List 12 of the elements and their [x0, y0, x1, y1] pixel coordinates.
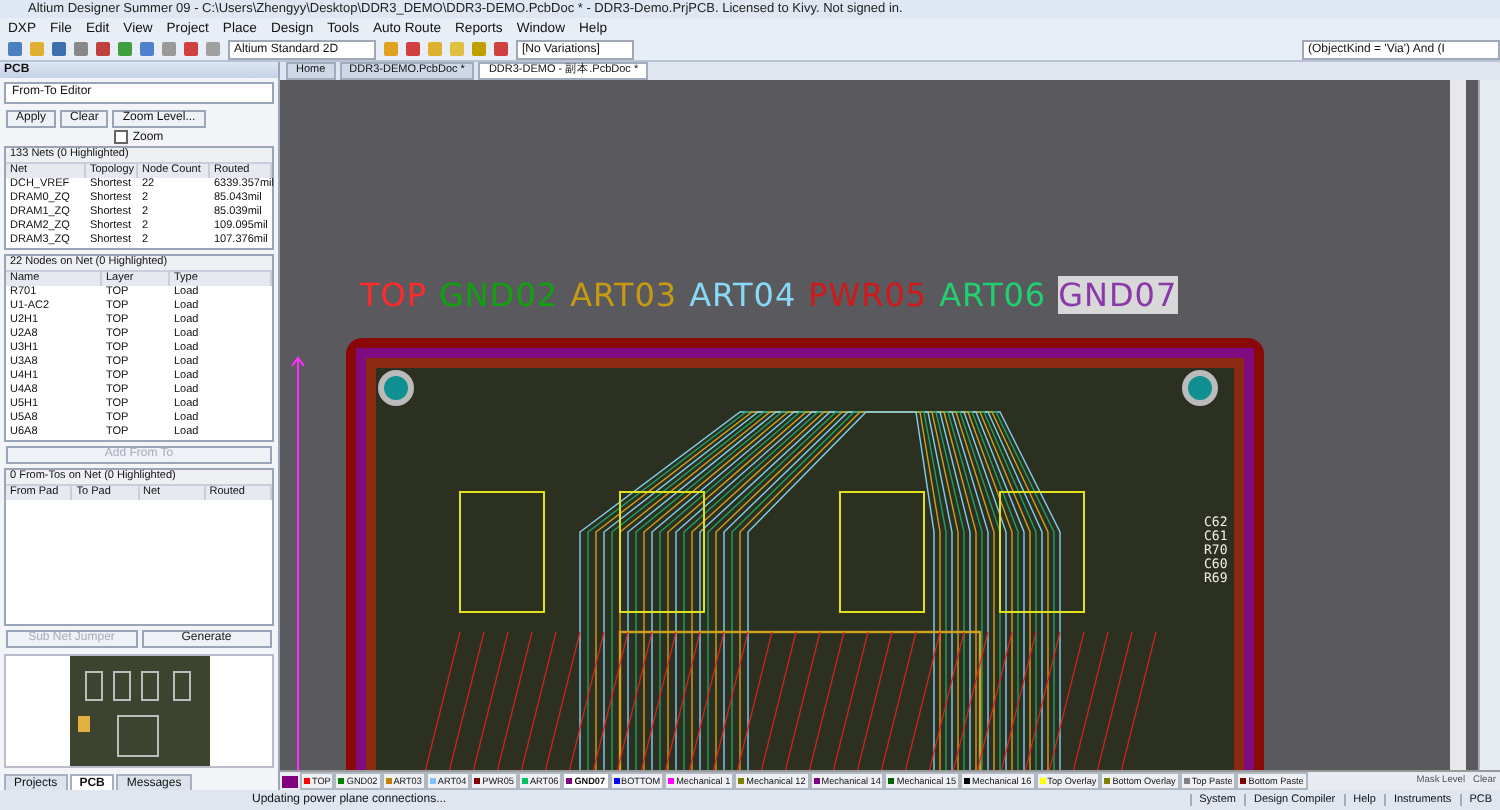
layer-name-text: GND02: [439, 276, 559, 314]
board-thumbnail-drawing: [69, 656, 209, 766]
vertical-scrollbar[interactable]: [1450, 80, 1466, 770]
layer-name-text: ART06: [939, 276, 1047, 314]
layer-name-text: GND07: [1058, 276, 1178, 314]
board-minimap[interactable]: [4, 654, 274, 768]
layer-name-text: TOP: [360, 276, 428, 314]
layer-name-text: ART04: [689, 276, 797, 314]
layer-name-text: ART03: [570, 276, 678, 314]
zoom-checkbox[interactable]: [114, 130, 129, 144]
layer-name-text: PWR05: [808, 276, 928, 314]
current-layer-swatch: [282, 775, 298, 787]
